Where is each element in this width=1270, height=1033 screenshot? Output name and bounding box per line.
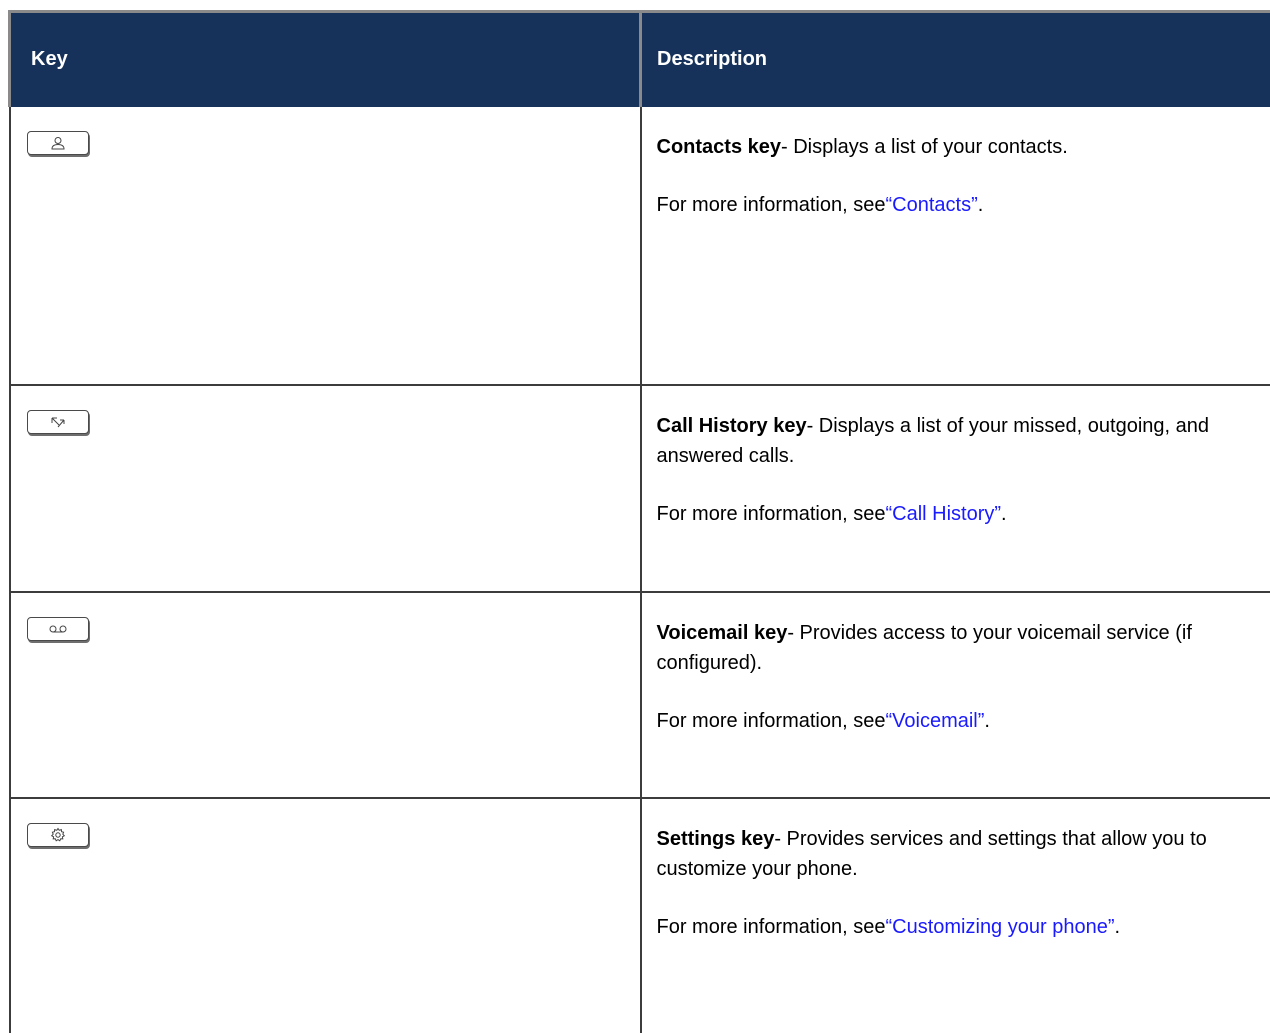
table-row: Call History key- Displays a list of you… <box>10 385 1270 592</box>
contacts-icon <box>50 136 66 150</box>
key-term: Call History key <box>657 415 807 437</box>
key-term: Voicemail key <box>657 622 788 644</box>
description-cell: Settings key- Provides services and sett… <box>641 798 1270 1033</box>
header-description: Description <box>641 12 1270 107</box>
key-term: Settings key <box>657 828 775 850</box>
more-info-text: For more information, see“Call History”. <box>657 499 1251 529</box>
key-description-table: Key Description Contacts key- Displays a… <box>8 10 1270 1033</box>
description-text: Contacts key- Displays a list of your co… <box>657 132 1251 162</box>
call-history-icon <box>49 415 67 429</box>
link-customizing-your-phone[interactable]: “Customizing your phone” <box>885 916 1114 938</box>
call-history-key-button[interactable] <box>27 410 89 434</box>
key-cell <box>10 798 641 1033</box>
link-call-history[interactable]: “Call History” <box>885 503 1001 525</box>
more-info-text: For more information, see“Customizing yo… <box>657 912 1251 942</box>
settings-gear-icon <box>50 827 66 843</box>
table-row: Contacts key- Displays a list of your co… <box>10 107 1270 385</box>
header-key: Key <box>10 12 641 107</box>
more-info-text: For more information, see“Voicemail”. <box>657 706 1251 736</box>
table-row: Settings key- Provides services and sett… <box>10 798 1270 1033</box>
description-cell: Call History key- Displays a list of you… <box>641 385 1270 592</box>
more-info-text: For more information, see“Contacts”. <box>657 190 1251 220</box>
key-cell <box>10 385 641 592</box>
description-cell: Voicemail key- Provides access to your v… <box>641 592 1270 798</box>
key-term: Contacts key <box>657 136 782 158</box>
key-cell <box>10 592 641 798</box>
table-header-row: Key Description <box>10 12 1270 107</box>
settings-key-button[interactable] <box>27 823 89 847</box>
voicemail-icon <box>48 624 68 634</box>
description-text: Voicemail key- Provides access to your v… <box>657 618 1251 678</box>
description-text: Call History key- Displays a list of you… <box>657 411 1251 471</box>
contacts-key-button[interactable] <box>27 131 89 155</box>
description-text: Settings key- Provides services and sett… <box>657 824 1251 884</box>
description-cell: Contacts key- Displays a list of your co… <box>641 107 1270 385</box>
link-contacts[interactable]: “Contacts” <box>885 194 977 216</box>
table-row: Voicemail key- Provides access to your v… <box>10 592 1270 798</box>
voicemail-key-button[interactable] <box>27 617 89 641</box>
key-cell <box>10 107 641 385</box>
link-voicemail[interactable]: “Voicemail” <box>885 710 984 732</box>
